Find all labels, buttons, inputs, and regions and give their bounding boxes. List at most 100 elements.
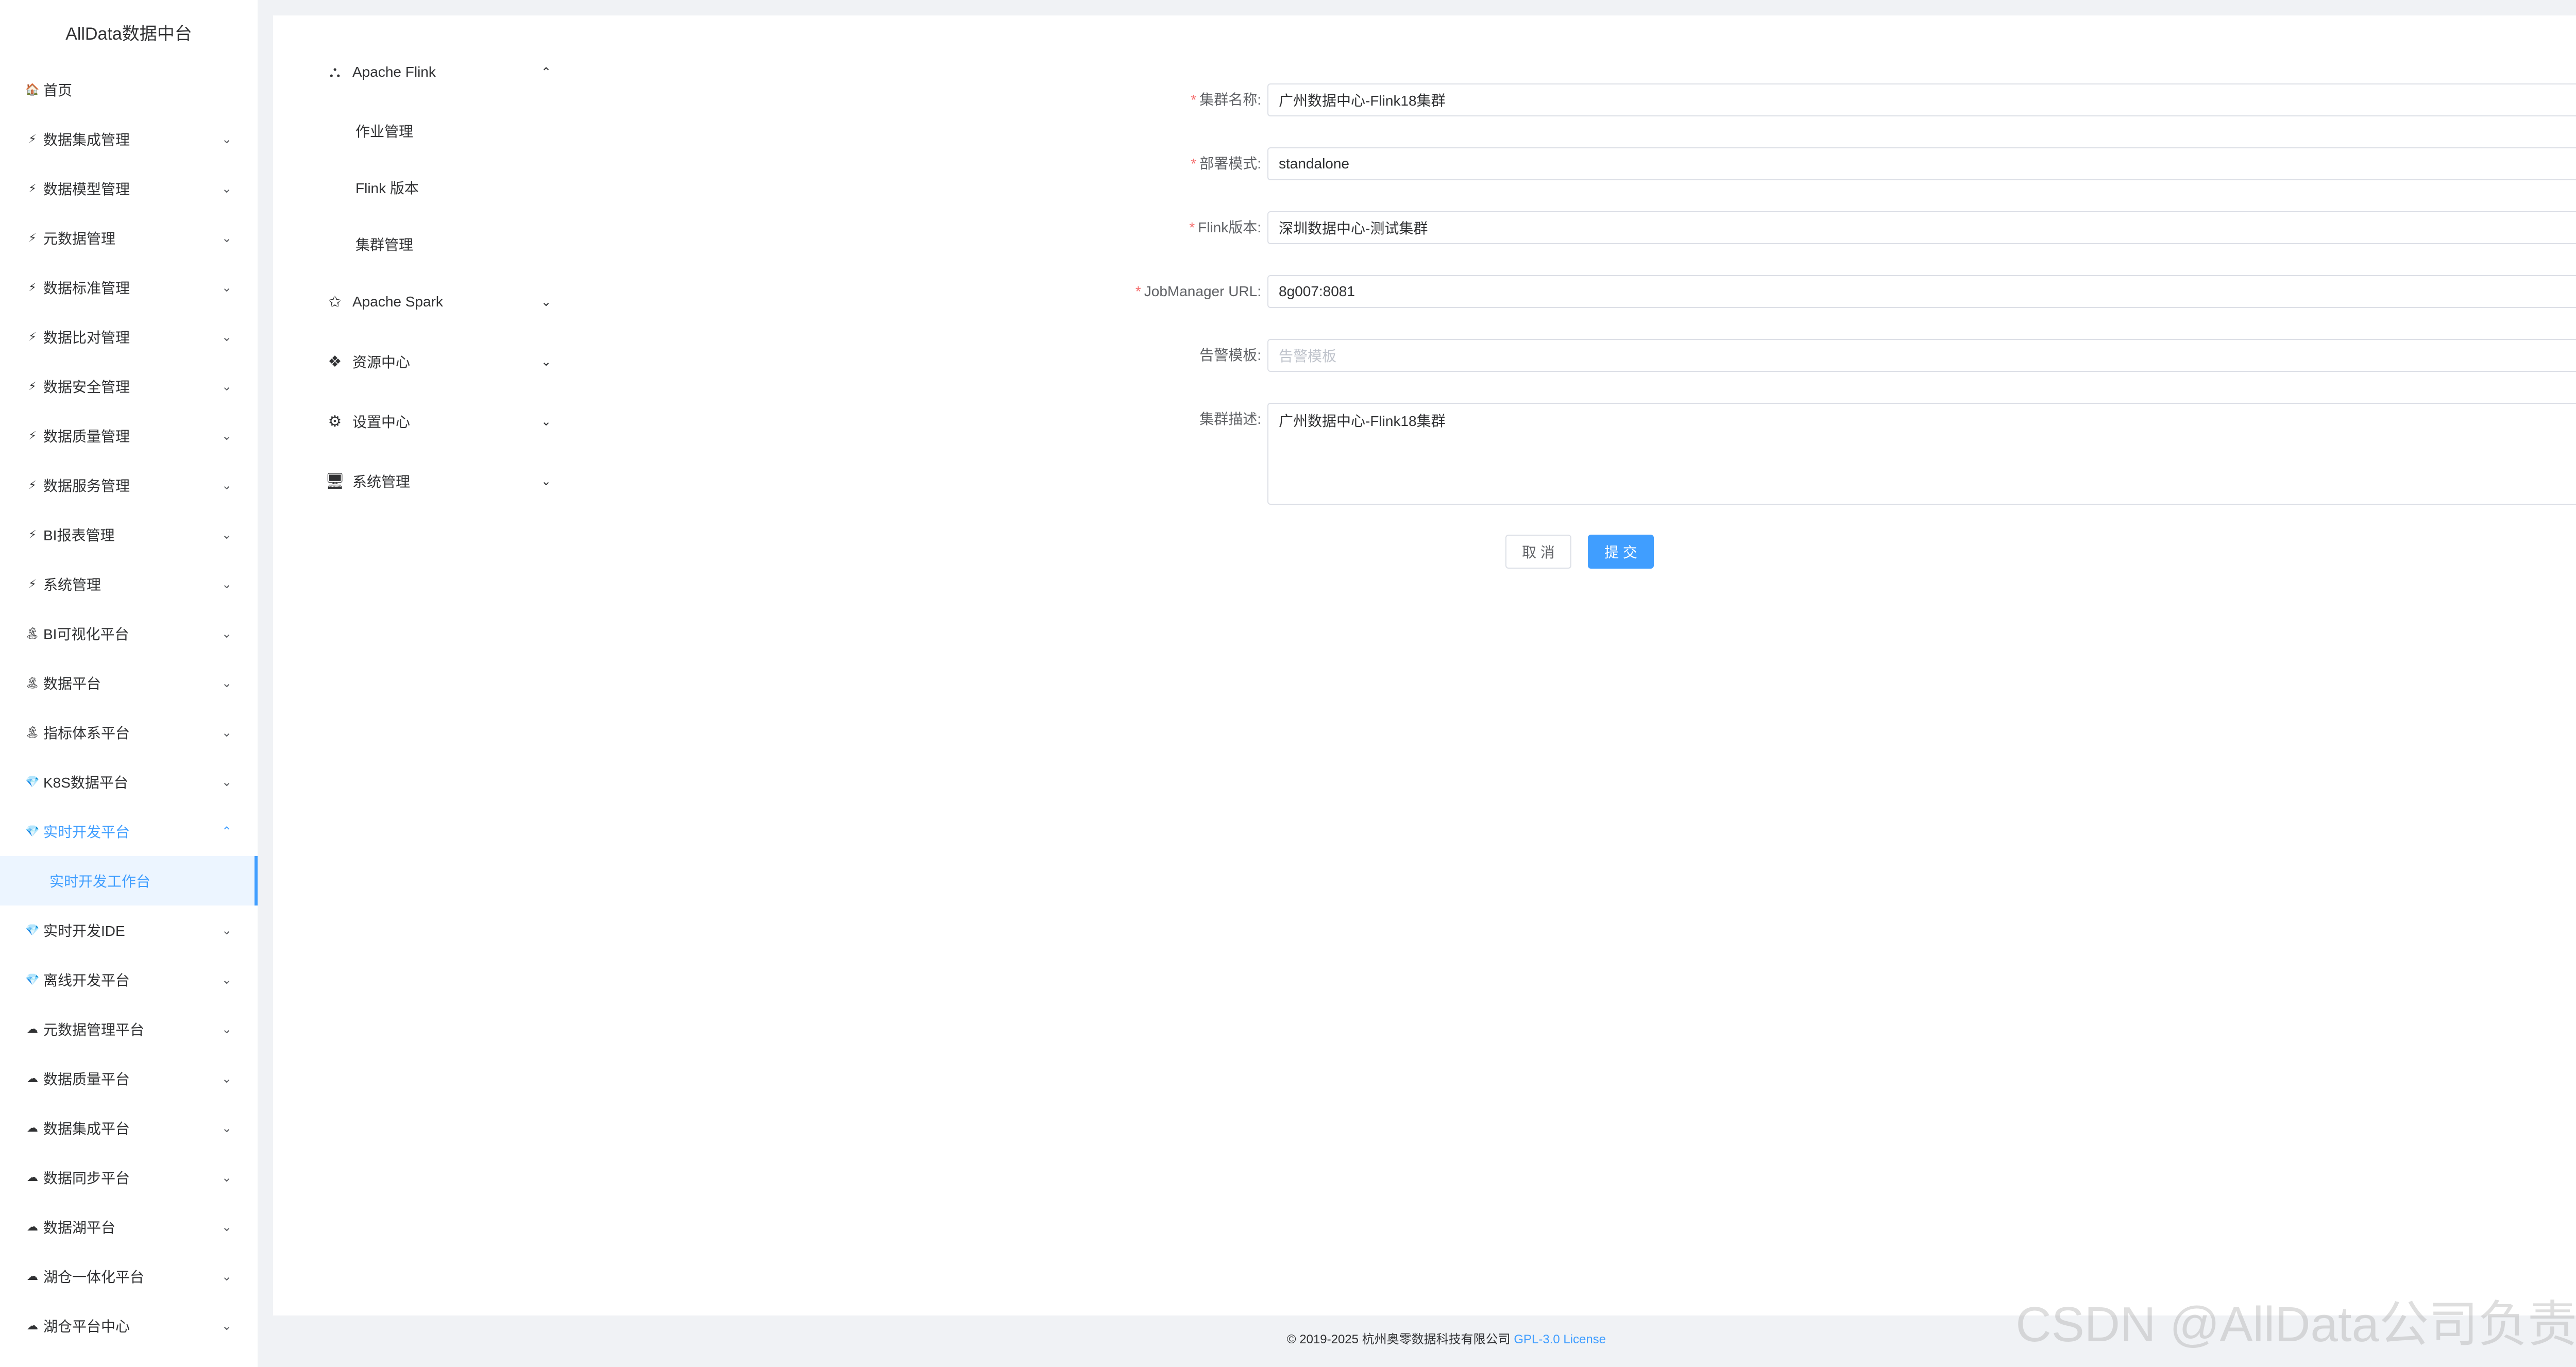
sidebar-item-label: 实时开发工作台: [49, 874, 151, 890]
cloud-icon: ☁: [27, 1319, 38, 1332]
sidebar-item-metadata-mgmt[interactable]: ⚡ 元数据管理 ⌄: [0, 213, 258, 263]
subnav-flink-version[interactable]: Flink 版本: [355, 167, 556, 208]
input-value: 广州数据中心-Flink18集群: [1279, 93, 1446, 109]
sidebar-item-k8s-platform[interactable]: 💎 K8S数据平台 ⌄: [0, 757, 258, 807]
lightning-icon: ⚡: [28, 577, 37, 590]
subnav-system-mgmt[interactable]: 🖥 系统管理 ⌄: [325, 460, 556, 502]
sidebar-item-label: BI报表管理: [43, 527, 115, 543]
sidebar-item-label: 湖仓一体化平台: [43, 1269, 145, 1285]
form-row-flink-version: *Flink版本: 深圳数据中心-测试集群 ⌄: [860, 211, 2576, 244]
sidebar-item-lakehouse-center[interactable]: ☁ 湖仓平台中心 ⌄: [0, 1301, 258, 1351]
sidebar-item-data-standard-mgmt[interactable]: ⚡ 数据标准管理 ⌄: [0, 263, 258, 312]
submit-button[interactable]: 提 交: [1588, 535, 1654, 569]
chevron-down-icon: ⌄: [221, 1121, 232, 1135]
form-row-jobmanager-url: *JobManager URL: 8g007:8081 ×: [860, 275, 2576, 308]
sidebar-item-label: 数据质量平台: [43, 1071, 130, 1087]
cloud-icon: ☁: [27, 1121, 38, 1134]
sidebar-item-data-quality-platform[interactable]: ☁ 数据质量平台 ⌄: [0, 1054, 258, 1103]
sidebar-item-data-security-mgmt[interactable]: ⚡ 数据安全管理 ⌄: [0, 362, 258, 411]
sidebar-item-label: 数据比对管理: [43, 330, 130, 346]
chevron-up-icon: ⌃: [540, 65, 552, 79]
sidebar-item-metadata-platform[interactable]: ☁ 元数据管理平台 ⌄: [0, 1004, 258, 1054]
cancel-button[interactable]: 取 消: [1505, 535, 1571, 569]
chevron-down-icon: ⌄: [221, 1269, 232, 1284]
sidebar-item-realtime-dev-platform[interactable]: 💎 实时开发平台 ⌃: [0, 807, 258, 856]
sidebar-item-label: 数据集成平台: [43, 1121, 130, 1137]
sidebar-item-home[interactable]: 🏠 首页: [0, 65, 258, 114]
sidebar-item-data-quality-mgmt[interactable]: ⚡ 数据质量管理 ⌄: [0, 411, 258, 460]
sidebar-item-offline-dev-platform[interactable]: 💎 离线开发平台 ⌄: [0, 955, 258, 1004]
sidebar-item-label: 实时开发平台: [43, 824, 130, 840]
sidebar-item-label: K8S数据平台: [43, 775, 128, 791]
sidebar-item-data-lake-platform[interactable]: ☁ 数据湖平台 ⌄: [0, 1202, 258, 1252]
sidebar-item-label: 数据集成管理: [43, 132, 130, 148]
subnav-label: Apache Spark: [352, 294, 443, 310]
lightning-icon: ⚡: [28, 380, 37, 392]
required-mark: *: [1191, 156, 1197, 172]
sidebar-item-label: 系统管理: [43, 577, 101, 593]
diamond-icon: 💎: [25, 924, 40, 936]
label-text: 集群名称:: [1199, 92, 1261, 108]
lightning-icon: ⚡: [28, 479, 37, 491]
subnav-apache-flink[interactable]: ⛬ Apache Flink ⌃: [325, 52, 556, 93]
sidebar-item-lakehouse-platform[interactable]: ☁ 湖仓一体化平台 ⌄: [0, 1252, 258, 1301]
jobmanager-url-input[interactable]: 8g007:8081 ×: [1267, 275, 2576, 308]
sidebar-item-data-model-mgmt[interactable]: ⚡ 数据模型管理 ⌄: [0, 164, 258, 213]
lightning-icon: ⚡: [28, 528, 37, 541]
cloud-icon: ☁: [27, 1171, 38, 1184]
cluster-desc-label: 集群描述:: [1199, 411, 1261, 427]
subnav-resource-center[interactable]: ❖ 资源中心 ⌄: [325, 341, 556, 382]
sidebar-item-data-platform[interactable]: 🏝 数据平台 ⌄: [0, 658, 258, 708]
sidebar-item-realtime-workbench[interactable]: 实时开发工作台: [0, 856, 258, 905]
flink-version-select[interactable]: 深圳数据中心-测试集群 ⌄: [1267, 211, 2576, 244]
sidebar-item-system-mgmt[interactable]: ⚡ 系统管理 ⌄: [0, 559, 258, 609]
chevron-down-icon: ⌄: [221, 478, 232, 492]
chevron-down-icon: ⌄: [221, 429, 232, 443]
sidebar-item-realtime-ide[interactable]: 💎 实时开发IDE ⌄: [0, 905, 258, 955]
label-text: JobManager URL:: [1144, 283, 1261, 299]
chevron-down-icon: ⌄: [221, 626, 232, 641]
sidebar-item-label: 数据标准管理: [43, 280, 130, 296]
subnav-cluster-mgmt[interactable]: 集群管理: [355, 224, 556, 265]
cluster-desc-textarea[interactable]: 广州数据中心-Flink18集群 × ◢: [1267, 403, 2576, 505]
select-value: 深圳数据中心-测试集群: [1279, 220, 1428, 236]
subnav-job-mgmt[interactable]: 作业管理: [355, 110, 556, 151]
license-link[interactable]: GPL-3.0 License: [1514, 1332, 1606, 1346]
sidebar-item-data-sync-platform[interactable]: ☁ 数据同步平台 ⌄: [0, 1153, 258, 1202]
subnav-apache-spark[interactable]: ✩ Apache Spark ⌄: [325, 281, 556, 322]
alert-template-select[interactable]: 告警模板 ⌄: [1267, 339, 2576, 372]
sidebar-item-metric-platform[interactable]: 🏝 指标体系平台 ⌄: [0, 708, 258, 757]
sidebar-item-label: 湖仓平台中心: [43, 1319, 130, 1335]
chevron-down-icon: ⌄: [221, 1319, 232, 1333]
sidebar-item-data-integration-platform[interactable]: ☁ 数据集成平台 ⌄: [0, 1103, 258, 1153]
deploy-mode-select[interactable]: standalone ⌄: [1267, 147, 2576, 180]
sidebar-item-data-compare-mgmt[interactable]: ⚡ 数据比对管理 ⌄: [0, 312, 258, 362]
sidebar-item-data-service-mgmt[interactable]: ⚡ 数据服务管理 ⌄: [0, 460, 258, 510]
sidebar-item-bi-report-mgmt[interactable]: ⚡ BI报表管理 ⌄: [0, 510, 258, 559]
sidebar-item-data-integration-mgmt[interactable]: ⚡ 数据集成管理 ⌄: [0, 114, 258, 164]
alert-template-label: 告警模板:: [1199, 347, 1261, 363]
sidebar-item-label: 数据模型管理: [43, 181, 130, 197]
sidebar-item-bi-visual-platform[interactable]: 🏝 BI可视化平台 ⌄: [0, 609, 258, 658]
cluster-name-label: * 集群名称:: [860, 83, 1267, 116]
sidebar-item-label: 数据质量管理: [43, 429, 130, 445]
island-icon: 🏝: [25, 627, 40, 640]
copyright-text: © 2019-2025 杭州奥零数据科技有限公司: [1286, 1332, 1514, 1346]
cloud-icon: ☁: [27, 1072, 38, 1085]
required-mark: *: [1191, 92, 1197, 108]
diamond-icon: 💎: [25, 973, 40, 986]
flink-version-label: * Flink版本:: [860, 211, 1267, 244]
subnav-label: Apache Flink: [352, 64, 436, 80]
sidebar-item-label: 数据服务管理: [43, 478, 130, 494]
gear-icon: ⚙: [328, 413, 342, 430]
flink-icon: ⛬: [329, 63, 341, 80]
chevron-down-icon: ⌄: [221, 725, 232, 740]
subnav-label: 系统管理: [352, 474, 411, 490]
cluster-name-input[interactable]: 广州数据中心-Flink18集群 ×: [1267, 83, 2576, 116]
chevron-down-icon: ⌄: [221, 181, 232, 196]
cloud-icon: ☁: [27, 1270, 38, 1283]
chevron-down-icon: ⌄: [540, 474, 552, 488]
deploy-mode-label: * 部署模式:: [860, 147, 1267, 180]
chevron-down-icon: ⌄: [221, 280, 232, 295]
subnav-settings-center[interactable]: ⚙ 设置中心 ⌄: [325, 401, 556, 442]
